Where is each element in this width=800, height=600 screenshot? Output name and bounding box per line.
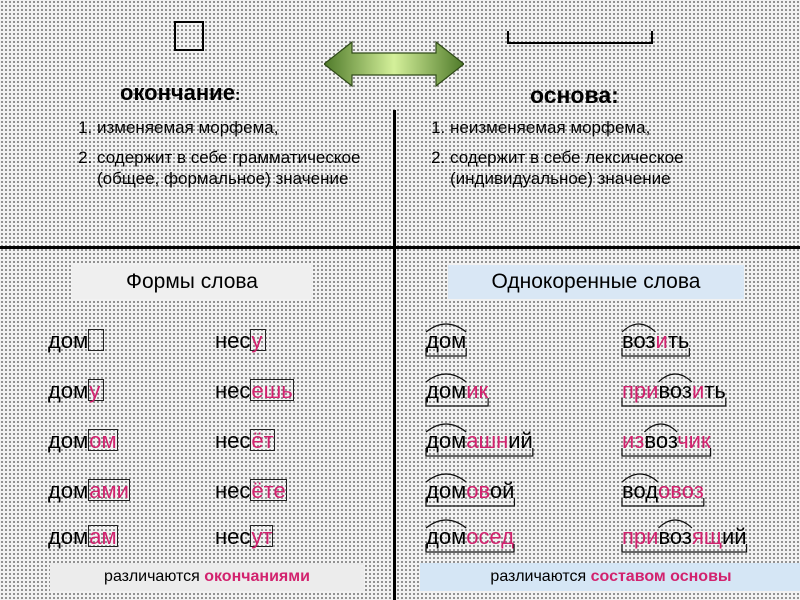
morpheme: ой <box>489 478 515 503</box>
ending-box: ешь <box>250 378 294 404</box>
morpheme: дом <box>426 428 467 453</box>
cognate-word: возить <box>622 328 689 354</box>
verb-form: несешь <box>215 378 294 404</box>
morpheme: осед <box>466 524 515 549</box>
morpheme: воз <box>658 378 692 403</box>
morpheme: воз <box>670 478 704 503</box>
morpheme: дом <box>426 328 467 353</box>
morpheme: при <box>622 524 659 549</box>
word-base: нес <box>215 524 251 549</box>
ending-box: ёте <box>250 478 287 504</box>
double-arrow-icon <box>324 40 464 88</box>
word-base: нес <box>215 328 251 353</box>
horizontal-divider <box>0 246 800 249</box>
morpheme: воз <box>622 328 656 353</box>
cognate-word: привозящий <box>622 524 747 550</box>
ending-box <box>88 329 105 352</box>
stem-bracket-icon <box>507 31 653 44</box>
word-base: нес <box>215 428 251 453</box>
cognate-word: домик <box>426 378 488 404</box>
cognate-word: дом <box>426 328 466 354</box>
morpheme: воз <box>644 428 678 453</box>
verb-form: несёте <box>215 478 287 504</box>
word-base: дом <box>48 378 89 403</box>
cognate-word: извозчик <box>622 428 711 454</box>
noun-form: домам <box>48 524 118 550</box>
cognate-word: домосед <box>426 524 514 550</box>
noun-form: домами <box>48 478 130 504</box>
cognate-word: домашний <box>426 428 533 454</box>
word-base: нес <box>215 478 251 503</box>
stem-property: содержит в себе лексическое (индивидуаль… <box>450 147 790 189</box>
ending-box: ут <box>250 524 274 550</box>
morpheme: о <box>658 478 671 503</box>
ending-box: ом <box>88 428 118 454</box>
word-forms-label: Формы слова <box>72 265 312 299</box>
morpheme: дом <box>426 524 467 549</box>
verb-form: несёт <box>215 428 275 454</box>
ending-box: у <box>250 329 267 352</box>
stem-properties: неизменяемая морфема, содержит в себе ле… <box>422 117 790 198</box>
ending-property: содержит в себе грамматическое (общее, ф… <box>97 147 397 189</box>
word-base: дом <box>48 428 89 453</box>
morpheme: и <box>691 378 705 403</box>
morpheme: ть <box>704 378 726 403</box>
ending-properties: изменяемая морфема, содержит в себе грам… <box>69 117 397 198</box>
morpheme: при <box>622 378 659 403</box>
endings-summary: различаются окончаниями <box>50 563 364 591</box>
morpheme: дом <box>426 478 467 503</box>
stem-heading: основа: <box>530 82 619 108</box>
morpheme: ий <box>721 524 747 549</box>
morpheme: ашн <box>466 428 509 453</box>
word-base: дом <box>48 478 89 503</box>
cognate-word: водовоз <box>622 478 704 504</box>
noun-form: дом <box>48 328 105 354</box>
morpheme: и <box>655 328 668 353</box>
ending-box: ам <box>88 524 118 550</box>
morpheme: дом <box>426 378 467 403</box>
morpheme: ик <box>466 378 489 403</box>
morpheme: ящ <box>691 524 722 549</box>
morpheme: ий <box>508 428 533 453</box>
verb-form: несу <box>215 328 267 354</box>
ending-box: у <box>88 379 105 402</box>
ending-box: ами <box>88 478 130 504</box>
noun-form: домом <box>48 428 118 454</box>
cognate-words-label: Однокоренные слова <box>448 265 744 299</box>
cognate-word: домовой <box>426 478 514 504</box>
stem-property: неизменяемая морфема, <box>450 117 790 138</box>
morpheme: ть <box>667 328 690 353</box>
ending-box-icon <box>174 21 204 51</box>
cognate-word: привозить <box>622 378 726 404</box>
word-base: дом <box>48 328 89 353</box>
morpheme: чик <box>677 428 711 453</box>
morpheme: вод <box>622 478 659 503</box>
word-base: дом <box>48 524 89 549</box>
ending-heading: окончание: <box>120 80 241 105</box>
noun-form: дому <box>48 378 105 404</box>
morpheme: из <box>622 428 645 453</box>
word-base: нес <box>215 378 251 403</box>
ending-property: изменяемая морфема, <box>97 117 397 138</box>
morpheme: воз <box>658 524 692 549</box>
morpheme: ов <box>466 478 490 503</box>
ending-box: ёт <box>250 428 275 454</box>
verb-form: несут <box>215 524 274 550</box>
stem-summary: различаются составом основы <box>420 563 800 591</box>
